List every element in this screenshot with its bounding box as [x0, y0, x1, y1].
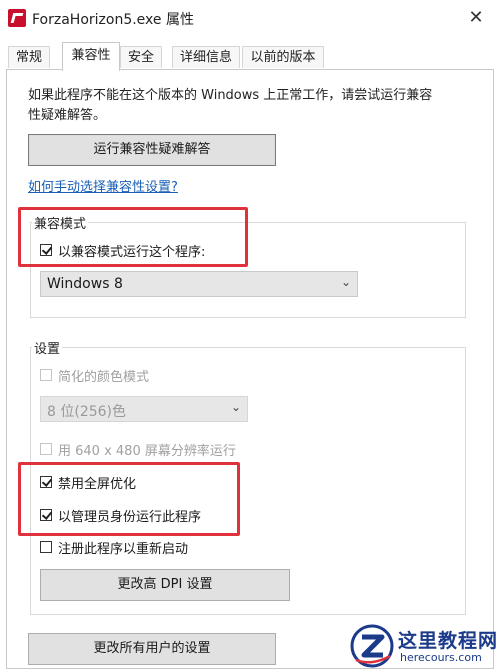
close-icon[interactable]: ✕ [462, 6, 490, 30]
reduced-color-label: 简化的颜色模式 [58, 369, 150, 385]
tab-previous-versions[interactable]: 以前的版本 [242, 46, 324, 68]
intro-line-1: 如果此程序不能在这个版本的 Windows 上正常工作，请尝试运行兼容 [28, 88, 433, 103]
disable-fullscreen-opt-checkbox[interactable]: 禁用全屏优化 [40, 473, 137, 492]
os-version-select[interactable]: Windows 8 ⌄ [40, 271, 358, 297]
compat-mode-label: 兼容模式 [32, 213, 89, 232]
tab-security[interactable]: 安全 [120, 46, 162, 68]
run-as-admin-label: 以管理员身份运行此程序 [58, 509, 202, 525]
compat-mode-group [30, 222, 466, 318]
compat-mode-checkbox-label: 以兼容模式运行这个程序: [58, 244, 206, 260]
compat-mode-check-box[interactable] [40, 244, 52, 256]
register-restart-checkbox[interactable]: 注册此程序以重新启动 [40, 538, 189, 557]
forza-app-icon [8, 9, 26, 27]
watermark-subtitle: herecours.com [400, 651, 482, 664]
register-restart-check-box[interactable] [40, 541, 52, 553]
tab-compatibility[interactable]: 兼容性 [62, 42, 120, 71]
run-troubleshooter-button[interactable]: 运行兼容性疑难解答 [28, 134, 276, 166]
z-circle-logo-icon [350, 624, 394, 668]
disable-fullscreen-opt-check-box[interactable] [40, 476, 52, 488]
low-res-check-box[interactable] [40, 443, 52, 455]
title-bar: ForzaHorizon5.exe 属性 ✕ [0, 0, 500, 36]
site-watermark: 这里教程网 herecours.com [350, 622, 500, 672]
color-depth-select[interactable]: 8 位(256)色 ⌄ [40, 396, 248, 422]
tab-general[interactable]: 常规 [8, 46, 50, 68]
reduced-color-checkbox[interactable]: 简化的颜色模式 [40, 366, 150, 385]
os-version-value: Windows 8 [47, 276, 123, 292]
chevron-down-icon: ⌄ [340, 275, 351, 289]
chevron-down-icon: ⌄ [230, 400, 241, 414]
run-as-admin-check-box[interactable] [40, 509, 52, 521]
watermark-title: 这里教程网 [398, 630, 499, 652]
change-dpi-button[interactable]: 更改高 DPI 设置 [40, 569, 290, 601]
manual-compat-link[interactable]: 如何手动选择兼容性设置? [28, 176, 178, 195]
compat-mode-checkbox[interactable]: 以兼容模式运行这个程序: [40, 241, 206, 260]
reduced-color-check-box[interactable] [40, 369, 52, 381]
tab-strip: 常规 兼容性 安全 详细信息 以前的版本 [0, 42, 500, 71]
change-all-users-button[interactable]: 更改所有用户的设置 [28, 633, 276, 665]
register-restart-label: 注册此程序以重新启动 [58, 541, 189, 557]
disable-fullscreen-opt-label: 禁用全屏优化 [58, 476, 137, 492]
run-as-admin-checkbox[interactable]: 以管理员身份运行此程序 [40, 506, 202, 525]
tab-details[interactable]: 详细信息 [172, 46, 240, 68]
intro-line-2: 性疑难解答。 [28, 108, 107, 123]
intro-text: 如果此程序不能在这个版本的 Windows 上正常工作，请尝试运行兼容 性疑难解… [28, 86, 478, 126]
settings-label: 设置 [32, 338, 63, 357]
color-depth-value: 8 位(256)色 [47, 404, 127, 420]
low-res-label: 用 640 x 480 屏幕分辨率运行 [58, 443, 236, 459]
window-title: ForzaHorizon5.exe 属性 [32, 12, 194, 28]
low-res-checkbox[interactable]: 用 640 x 480 屏幕分辨率运行 [40, 440, 236, 459]
